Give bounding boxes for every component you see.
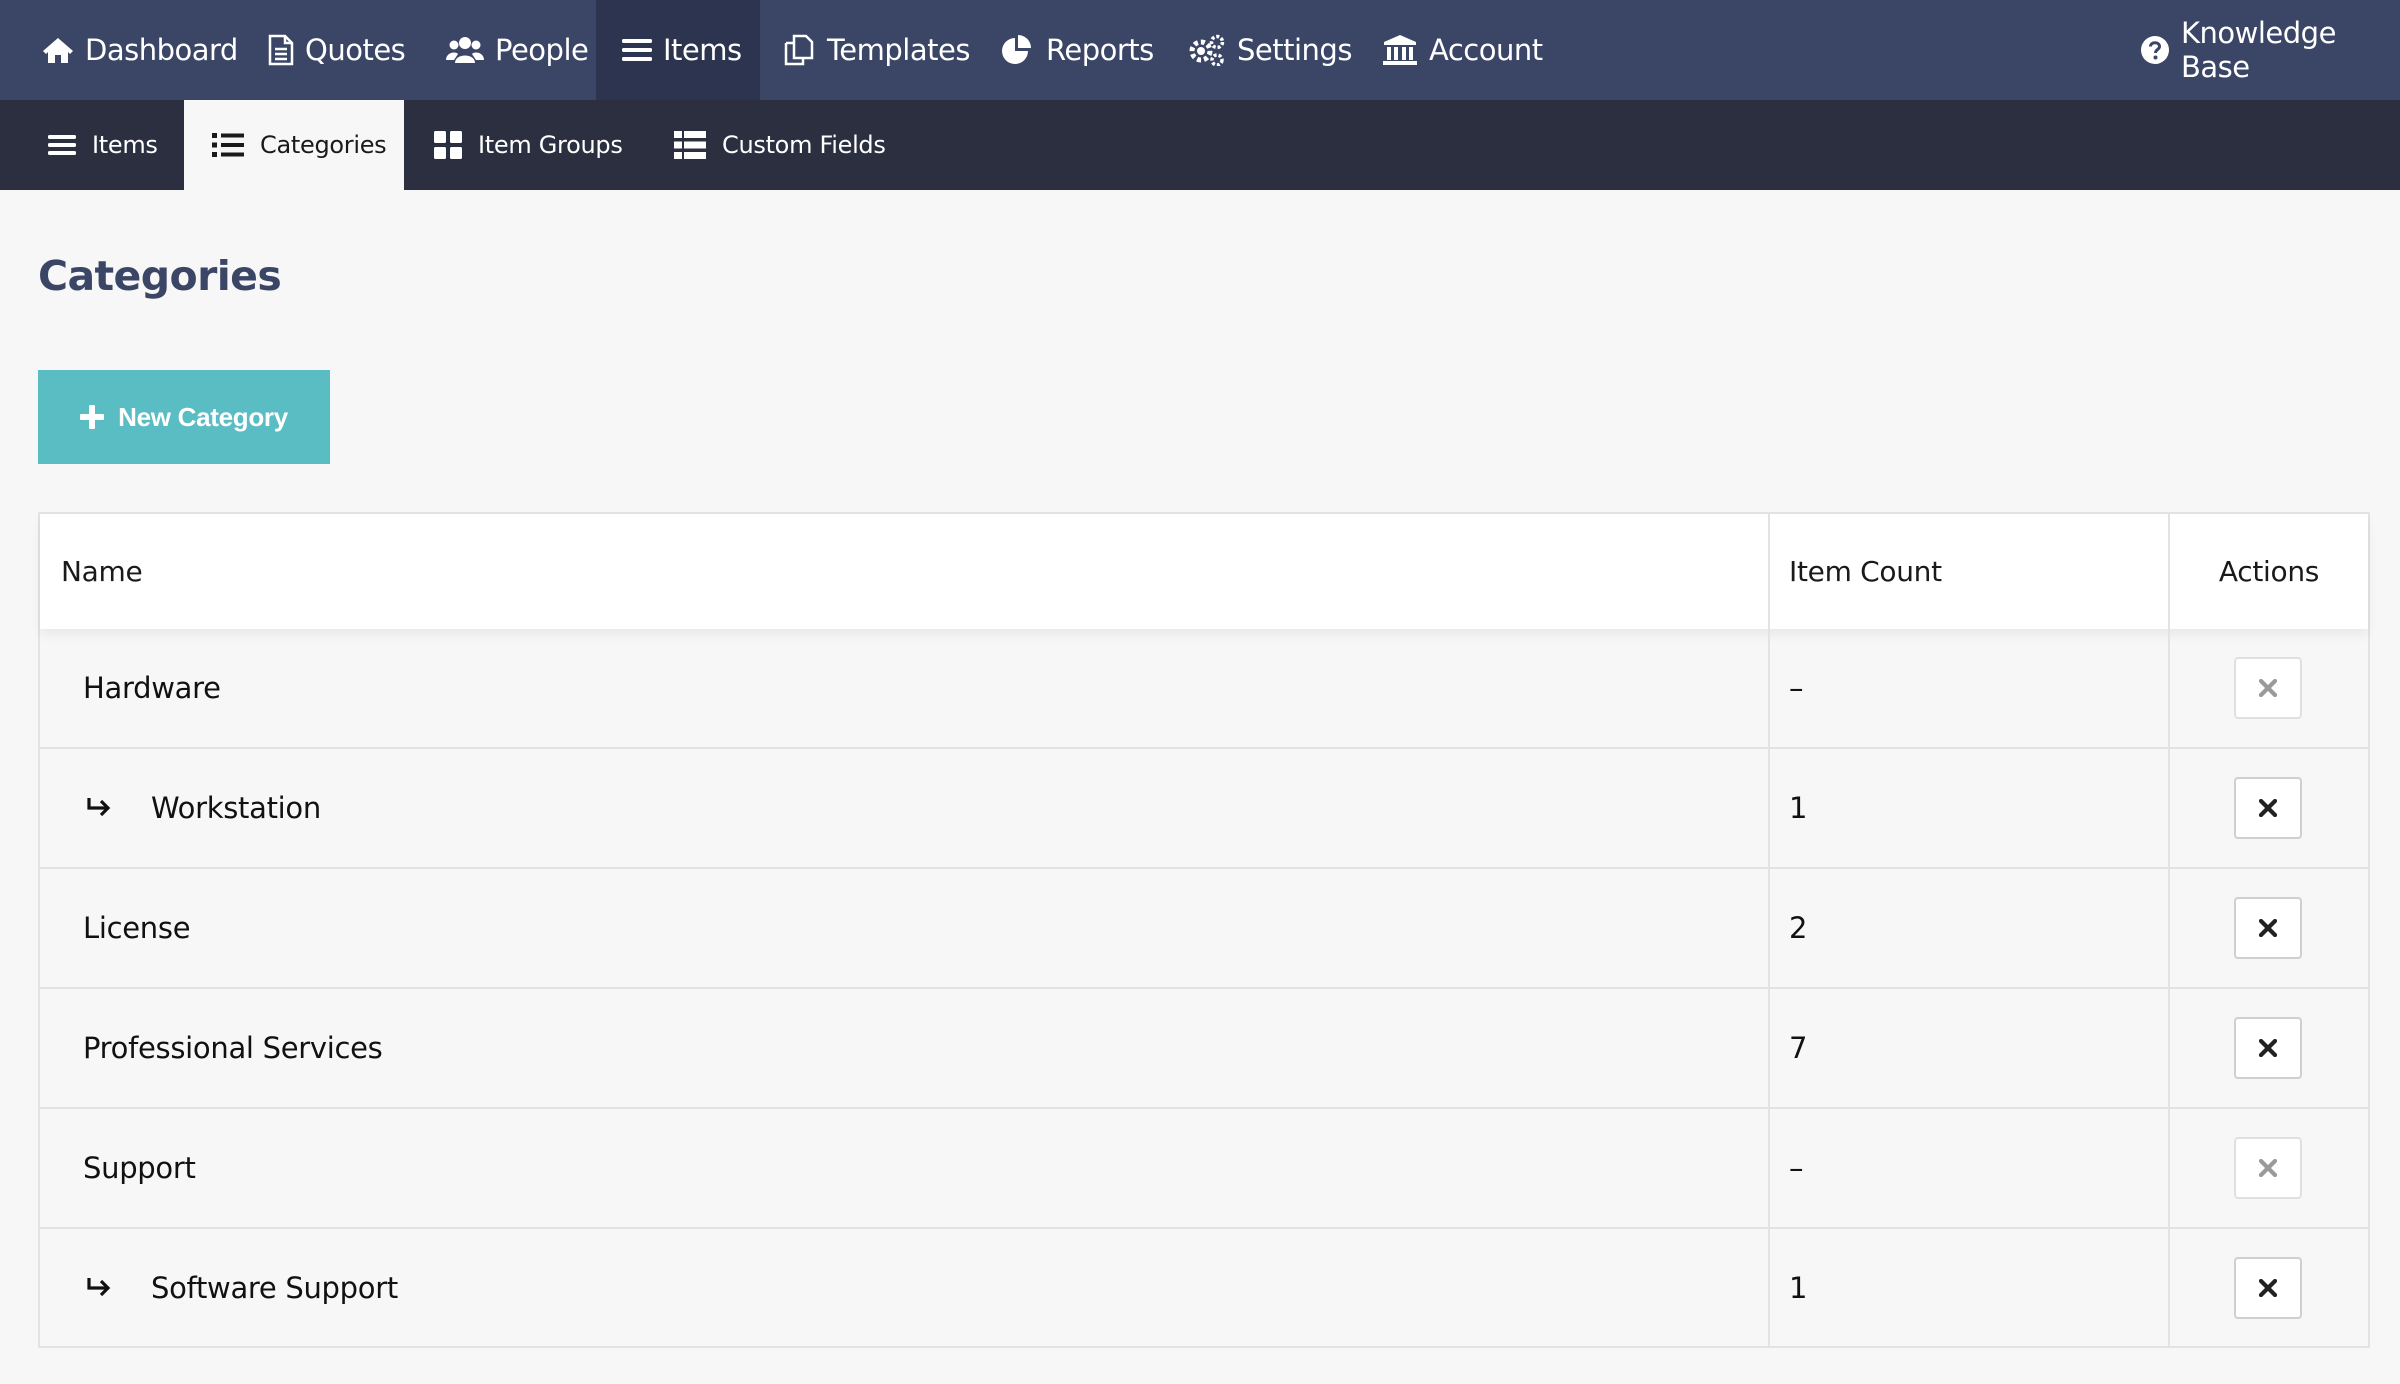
nav-account[interactable]: Account <box>1382 0 1543 100</box>
table-row[interactable]: Professional Services 7 <box>40 989 2368 1109</box>
item-count: 2 <box>1789 911 1808 945</box>
nav-templates[interactable]: Templates <box>782 0 970 100</box>
close-icon <box>2259 919 2277 937</box>
child-arrow-icon <box>86 1229 112 1347</box>
table-row[interactable]: Software Support 1 <box>40 1229 2368 1349</box>
sub-navigation: Items Categories Item Groups Custom Fiel… <box>0 100 2400 190</box>
categories-table: Name Item Count Actions Hardware – Worksta… <box>38 512 2370 1348</box>
grid-icon <box>434 131 462 159</box>
close-icon <box>2259 799 2277 817</box>
list-bullets-icon <box>212 132 244 158</box>
top-navigation: Dashboard Quotes People Items Templates … <box>0 0 2400 100</box>
subnav-custom-fields[interactable]: Custom Fields <box>674 100 886 190</box>
nav-settings[interactable]: Settings <box>1188 0 1352 100</box>
nav-items-label: Items <box>663 33 742 67</box>
category-name[interactable]: License <box>83 869 191 987</box>
delete-category-button[interactable] <box>2234 777 2302 839</box>
nav-knowledge-base-label: Knowledge Base <box>2181 16 2336 84</box>
table-row[interactable]: License 2 <box>40 869 2368 989</box>
delete-category-button[interactable] <box>2234 1017 2302 1079</box>
users-icon <box>446 35 484 65</box>
subnav-custom-fields-label: Custom Fields <box>722 131 886 159</box>
delete-category-button[interactable] <box>2234 1257 2302 1319</box>
nav-items[interactable]: Items <box>596 0 760 100</box>
table-row[interactable]: Hardware – <box>40 629 2368 749</box>
close-icon <box>2259 679 2277 697</box>
table-list-icon <box>674 131 706 159</box>
item-count: 7 <box>1789 1031 1808 1065</box>
copy-icon <box>782 34 816 66</box>
nav-people[interactable]: People <box>446 0 589 100</box>
bank-icon <box>1382 34 1418 66</box>
delete-category-button[interactable] <box>2234 897 2302 959</box>
delete-category-button[interactable] <box>2234 657 2302 719</box>
new-category-button[interactable]: New Category <box>38 370 330 464</box>
nav-reports[interactable]: Reports <box>1001 0 1154 100</box>
item-count: 1 <box>1789 791 1808 825</box>
category-name[interactable]: Software Support <box>151 1229 398 1347</box>
subnav-item-groups-label: Item Groups <box>478 131 623 159</box>
table-row[interactable]: Workstation 1 <box>40 749 2368 869</box>
table-header: Name Item Count Actions <box>40 514 2368 629</box>
category-name[interactable]: Professional Services <box>83 989 383 1107</box>
item-count: – <box>1789 671 1804 705</box>
category-name[interactable]: Hardware <box>83 629 221 747</box>
new-category-label: New Category <box>118 401 288 432</box>
help-circle-icon <box>2140 35 2170 65</box>
page-title: Categories <box>38 252 282 300</box>
list-icon <box>48 134 76 156</box>
child-arrow-icon <box>86 749 112 867</box>
home-icon <box>42 36 74 64</box>
subnav-categories[interactable]: Categories <box>184 100 404 190</box>
plus-icon <box>80 405 105 429</box>
subnav-categories-label: Categories <box>260 131 387 159</box>
header-actions: Actions <box>2218 555 2320 588</box>
nav-quotes[interactable]: Quotes <box>268 0 406 100</box>
nav-knowledge-base[interactable]: Knowledge Base <box>2140 0 2400 100</box>
nav-quotes-label: Quotes <box>305 33 406 67</box>
nav-people-label: People <box>495 33 589 67</box>
nav-settings-label: Settings <box>1237 33 1352 67</box>
header-item-count[interactable]: Item Count <box>1789 514 1942 629</box>
subnav-items-label: Items <box>92 131 158 159</box>
nav-account-label: Account <box>1429 33 1543 67</box>
table-row[interactable]: Support – <box>40 1109 2368 1229</box>
column-divider <box>2168 514 2170 1346</box>
category-name[interactable]: Workstation <box>151 749 321 867</box>
list-icon <box>622 38 652 62</box>
subnav-items[interactable]: Items <box>48 100 158 190</box>
document-icon <box>268 34 294 66</box>
gears-icon <box>1188 34 1226 66</box>
item-count: 1 <box>1789 1271 1808 1305</box>
header-name[interactable]: Name <box>61 514 143 629</box>
column-divider <box>1768 514 1770 1346</box>
item-count: – <box>1789 1151 1804 1185</box>
pie-chart-icon <box>1001 34 1035 66</box>
delete-category-button[interactable] <box>2234 1137 2302 1199</box>
nav-dashboard[interactable]: Dashboard <box>42 0 238 100</box>
nav-dashboard-label: Dashboard <box>85 33 238 67</box>
close-icon <box>2259 1279 2277 1297</box>
subnav-item-groups[interactable]: Item Groups <box>434 100 623 190</box>
nav-reports-label: Reports <box>1046 33 1154 67</box>
close-icon <box>2259 1159 2277 1177</box>
category-name[interactable]: Support <box>83 1109 196 1227</box>
nav-templates-label: Templates <box>827 33 970 67</box>
close-icon <box>2259 1039 2277 1057</box>
